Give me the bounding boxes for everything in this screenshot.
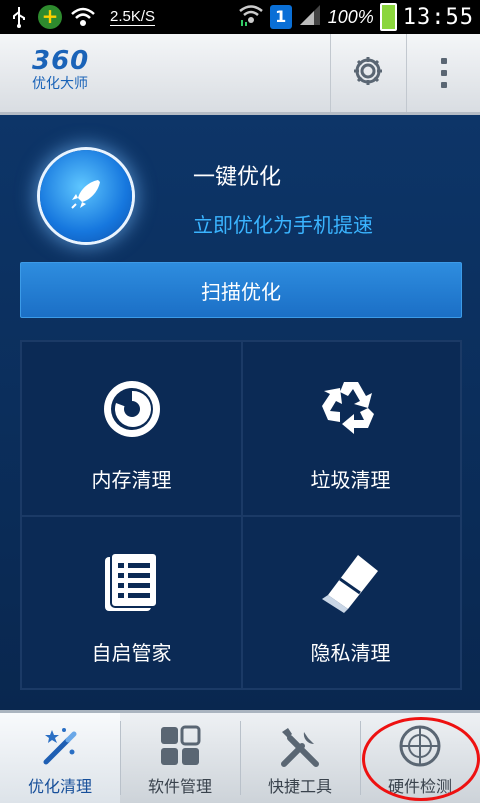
more-icon xyxy=(441,58,447,88)
nav-hardware-check[interactable]: 硬件检测 xyxy=(360,713,480,803)
wifi-data-icon xyxy=(238,2,264,32)
list-icon xyxy=(97,547,167,617)
memory-icon xyxy=(97,374,167,444)
app-logo: 360 优化大师 xyxy=(32,48,89,92)
settings-button[interactable] xyxy=(330,34,405,112)
one-click-optimize-orb[interactable] xyxy=(40,150,132,242)
battery-icon xyxy=(379,3,397,31)
clock: 13:55 xyxy=(402,4,474,30)
tile-label: 隐私清理 xyxy=(310,641,391,665)
nav-quick-tools[interactable]: 快捷工具 xyxy=(240,713,360,803)
optimize-subtitle: 立即优化为手机提速 xyxy=(193,213,373,237)
signal-icon xyxy=(298,3,322,31)
battery-percent: 100% xyxy=(327,6,374,27)
logo-number: 360 xyxy=(32,46,90,76)
bottom-navigation: 优化清理 软件管理 快捷工具 硬件检测 xyxy=(0,710,480,803)
nav-label: 快捷工具 xyxy=(267,777,332,796)
main-panel: 一键优化 立即优化为手机提速 扫描优化 内存清理 垃圾清理 自启管家 隐私清理 xyxy=(0,115,480,710)
tile-label: 垃圾清理 xyxy=(310,468,391,492)
nav-label: 软件管理 xyxy=(147,777,212,796)
recycle-icon xyxy=(316,374,386,444)
tile-label: 内存清理 xyxy=(91,468,172,492)
apps-icon xyxy=(157,723,203,769)
sim-icon: 1 xyxy=(269,5,292,29)
wifi-icon xyxy=(70,6,96,28)
tile-startup-manager[interactable]: 自启管家 xyxy=(22,515,243,688)
nav-software-manager[interactable]: 软件管理 xyxy=(120,713,240,803)
net-speed: 2.5K/S xyxy=(110,8,156,26)
tile-label: 自启管家 xyxy=(91,641,172,665)
logo-text: 优化大师 xyxy=(32,76,88,92)
usb-icon xyxy=(8,6,30,28)
gear-icon xyxy=(351,54,385,92)
feature-grid: 内存清理 垃圾清理 自启管家 隐私清理 xyxy=(20,340,462,690)
magic-wand-icon xyxy=(37,723,83,769)
tools-icon xyxy=(277,723,323,769)
more-menu-button[interactable] xyxy=(406,34,480,112)
optimize-title: 一键优化 xyxy=(193,165,282,190)
tile-junk-clean[interactable]: 垃圾清理 xyxy=(241,342,460,517)
eraser-icon xyxy=(316,547,386,617)
nav-label: 优化清理 xyxy=(27,777,92,796)
status-left: 2.5K/S xyxy=(8,4,156,30)
status-bar: 2.5K/S 1 100% 13:55 xyxy=(0,0,480,34)
app-notification-icon xyxy=(38,4,62,29)
radar-icon xyxy=(397,723,443,769)
rocket-icon xyxy=(66,174,106,218)
nav-optimize-clean[interactable]: 优化清理 xyxy=(0,713,120,803)
app-header: 360 优化大师 xyxy=(0,34,480,115)
nav-label: 硬件检测 xyxy=(387,777,452,796)
tile-memory-clean[interactable]: 内存清理 xyxy=(22,342,243,517)
status-right: 1 100% 13:55 xyxy=(238,2,474,32)
scan-optimize-button[interactable]: 扫描优化 xyxy=(20,262,462,318)
tile-privacy-clean[interactable]: 隐私清理 xyxy=(241,515,460,688)
